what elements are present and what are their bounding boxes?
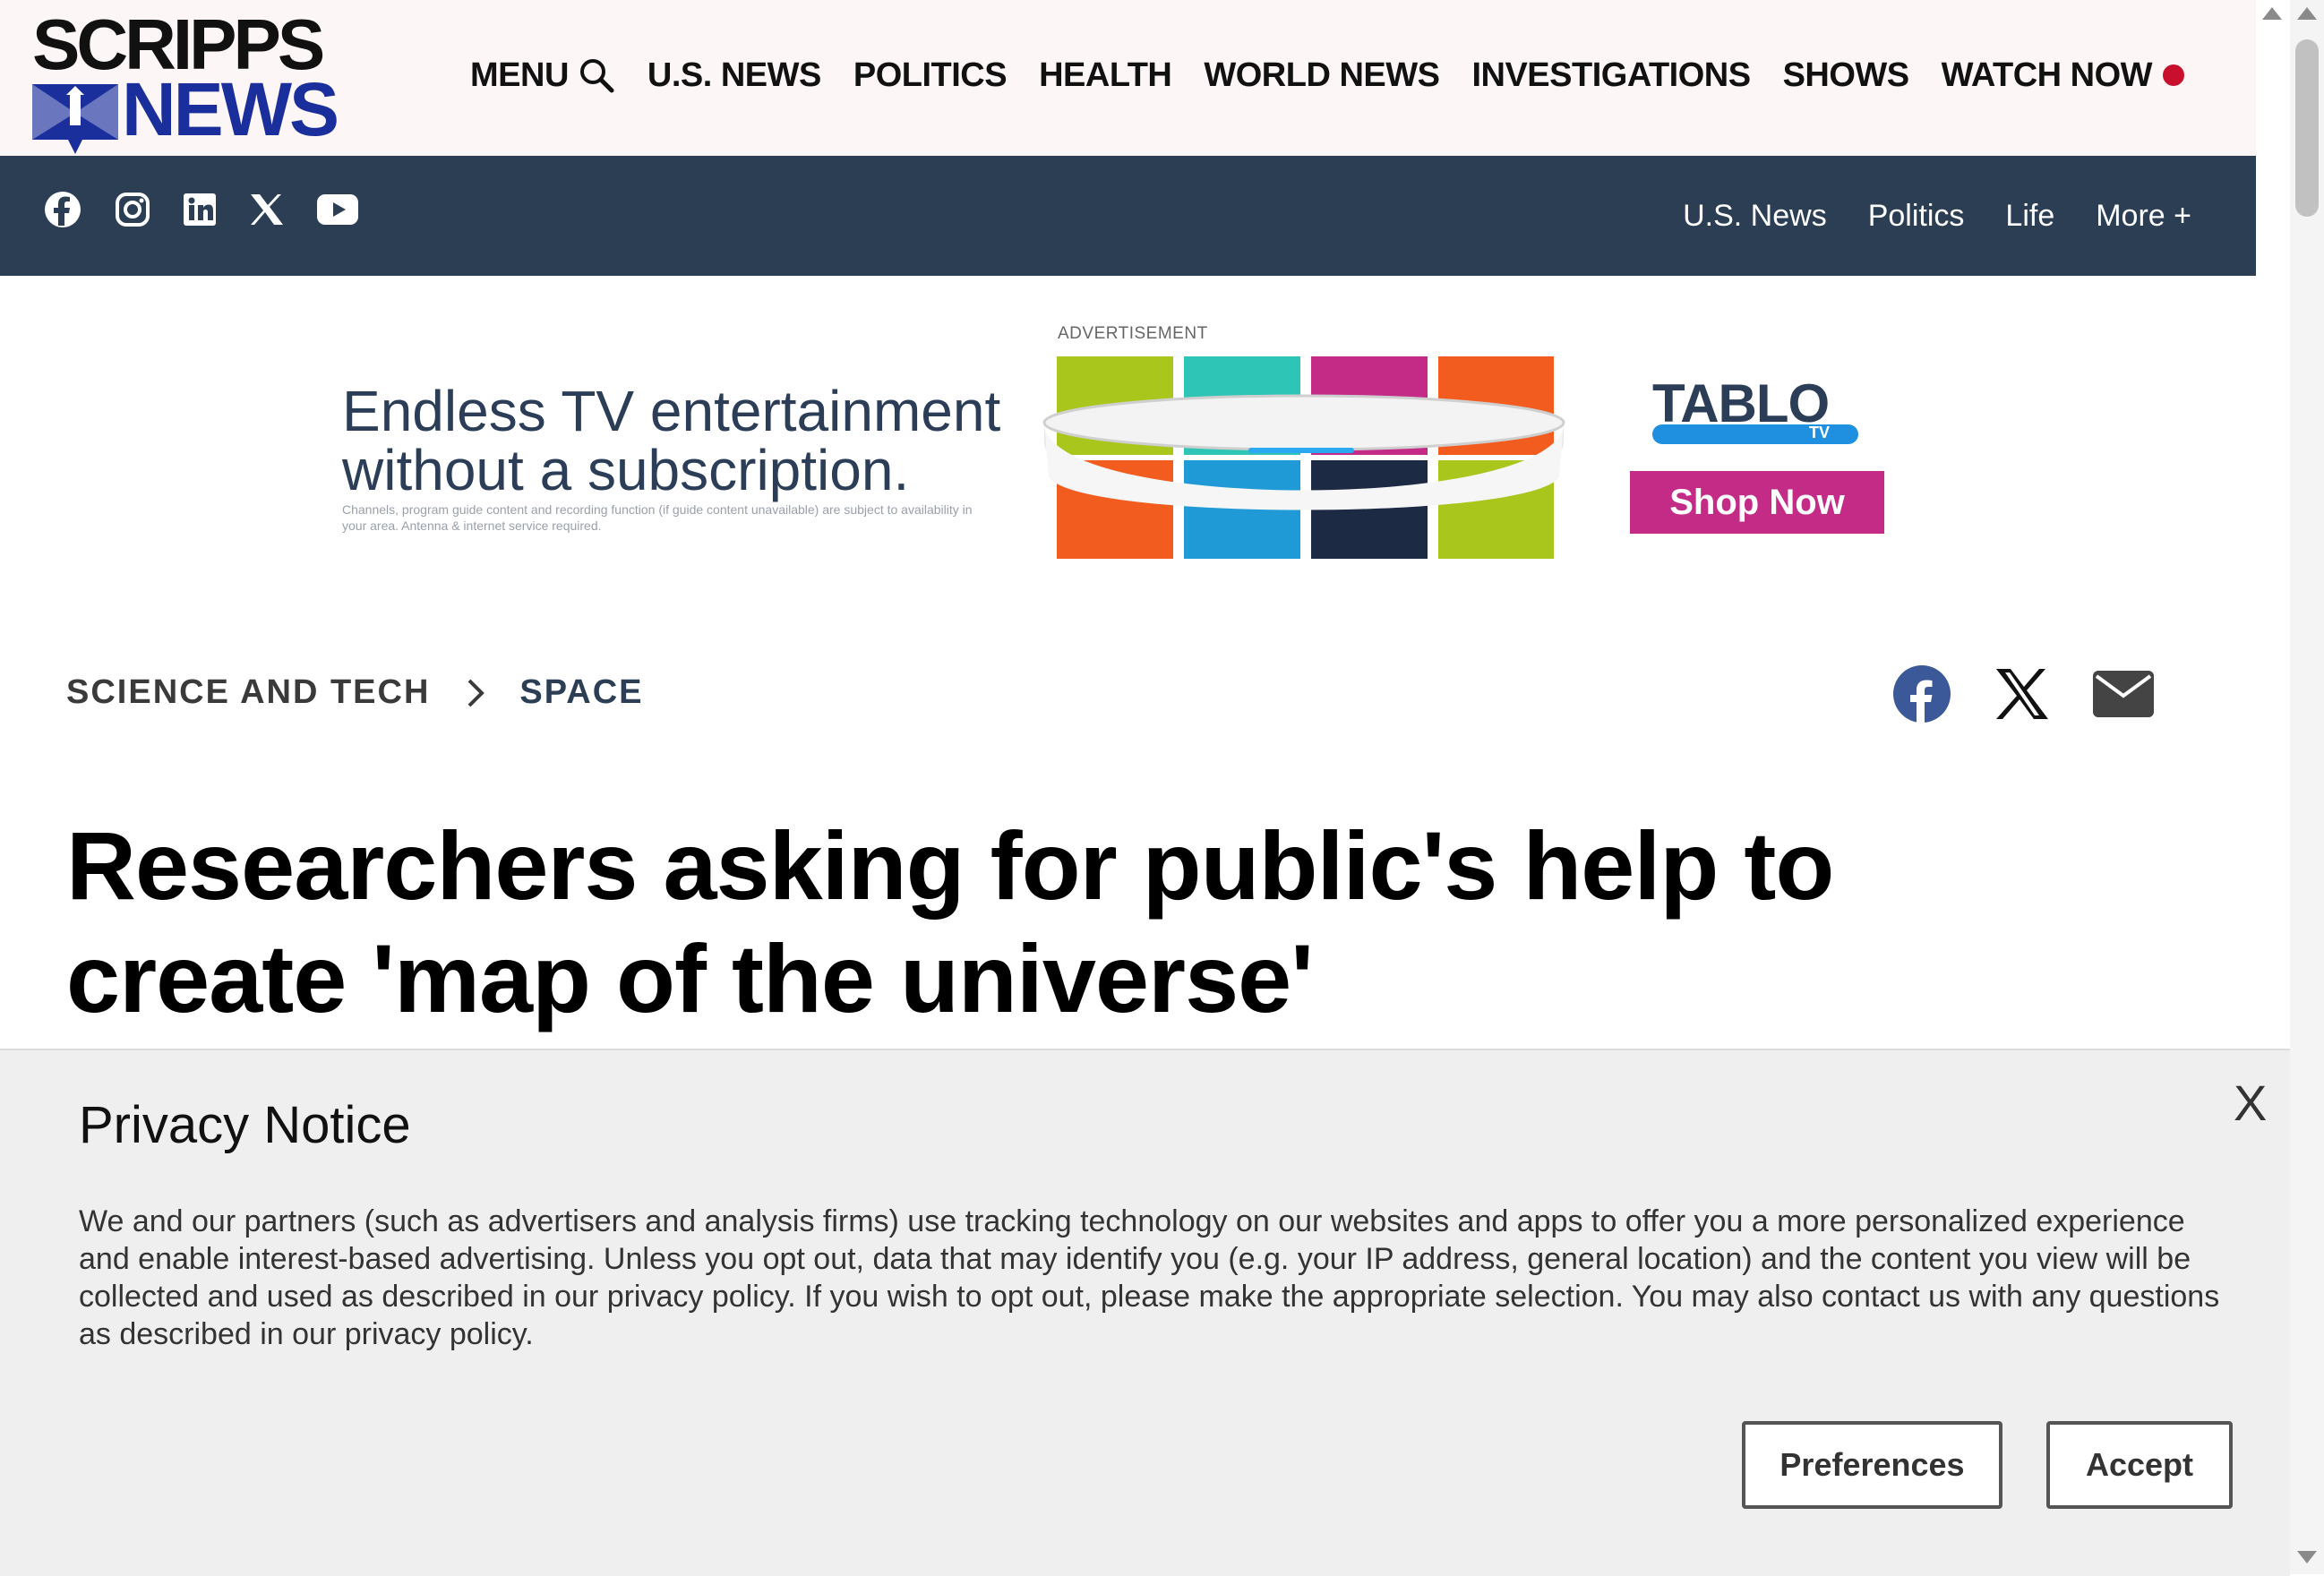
youtube-icon[interactable] — [317, 194, 358, 225]
facebook-share-icon[interactable] — [1892, 664, 1951, 724]
accept-button[interactable]: Accept — [2046, 1421, 2233, 1509]
ad-headline: Endless TV entertainment without a subsc… — [342, 381, 1023, 500]
x-icon[interactable] — [249, 193, 285, 227]
nav-politics[interactable]: POLITICS — [853, 56, 1008, 95]
ad-fine-print: Channels, program guide content and reco… — [342, 502, 973, 533]
subnav-more[interactable]: More + — [2096, 199, 2191, 234]
ad-headline-line1: Endless TV entertainment — [342, 379, 1001, 443]
email-share-icon[interactable] — [2093, 671, 2154, 717]
menu-button[interactable]: MENU — [470, 56, 615, 95]
scripps-news-logo[interactable]: SCRIPPS NEWS — [32, 9, 339, 154]
watch-now-label: WATCH NOW — [1941, 56, 2153, 94]
nav-us-news[interactable]: U.S. NEWS — [647, 56, 821, 95]
x-share-icon[interactable] — [1994, 667, 2050, 721]
ad-headline-line2: without a subscription. — [342, 438, 910, 502]
nav-watch-now[interactable]: WATCH NOW — [1941, 56, 2185, 95]
privacy-notice-banner: Privacy Notice X We and our partners (su… — [0, 1049, 2290, 1576]
scrollbar-thumb[interactable] — [2295, 39, 2319, 217]
breadcrumb-science-and-tech[interactable]: SCIENCE AND TECH — [66, 673, 430, 712]
tablo-tv-bar: TV — [1652, 424, 1858, 444]
subnav-life[interactable]: Life — [2005, 199, 2054, 234]
site-header: SCRIPPS NEWS MENU U.S. NEWS POLITICS HEA… — [0, 0, 2256, 156]
logo-text-news: NEWS — [122, 67, 339, 151]
main-nav: MENU U.S. NEWS POLITICS HEALTH WORLD NEW… — [470, 47, 2185, 104]
linkedin-icon[interactable] — [183, 193, 217, 227]
chevron-right-icon — [466, 677, 485, 709]
privacy-notice-body: We and our partners (such as advertisers… — [79, 1204, 2220, 1351]
nav-shows[interactable]: SHOWS — [1783, 56, 1910, 95]
search-icon[interactable] — [578, 56, 615, 94]
facebook-icon[interactable] — [43, 190, 82, 229]
shop-now-button[interactable]: Shop Now — [1630, 471, 1884, 534]
tablo-device-image — [1042, 394, 1565, 510]
article-headline: Researchers asking for public's help to … — [66, 811, 1834, 1032]
nav-health[interactable]: HEALTH — [1039, 56, 1172, 95]
advertisement-label: ADVERTISEMENT — [1058, 324, 1208, 343]
social-links — [43, 190, 390, 229]
tablo-tv-label: TV — [1808, 424, 1830, 441]
privacy-notice-title: Privacy Notice — [79, 1096, 411, 1154]
lighthouse-logo-icon — [32, 84, 118, 154]
scroll-down-icon[interactable] — [2297, 1551, 2317, 1563]
instagram-icon[interactable] — [115, 192, 150, 227]
tablo-advertisement[interactable]: Endless TV entertainment without a subsc… — [340, 355, 1943, 559]
breadcrumb: SCIENCE AND TECH SPACE — [66, 673, 644, 712]
scroll-up-icon[interactable] — [2297, 7, 2317, 20]
breadcrumb-space[interactable]: SPACE — [519, 673, 643, 712]
nav-world-news[interactable]: WORLD NEWS — [1204, 56, 1440, 95]
menu-label: MENU — [470, 56, 569, 94]
scroll-up-arrow-icon[interactable] — [2262, 7, 2282, 20]
sub-nav-links: U.S. News Politics Life More + — [1642, 156, 2191, 276]
share-buttons — [1892, 664, 2197, 724]
page-scrollbar[interactable] — [2262, 0, 2324, 1574]
close-icon[interactable]: X — [2234, 1074, 2267, 1132]
subnav-politics[interactable]: Politics — [1868, 199, 1965, 234]
subnav-us-news[interactable]: U.S. News — [1683, 199, 1827, 234]
live-indicator-dot — [2163, 64, 2185, 86]
nav-investigations[interactable]: INVESTIGATIONS — [1471, 56, 1751, 95]
preferences-button[interactable]: Preferences — [1742, 1421, 2002, 1509]
